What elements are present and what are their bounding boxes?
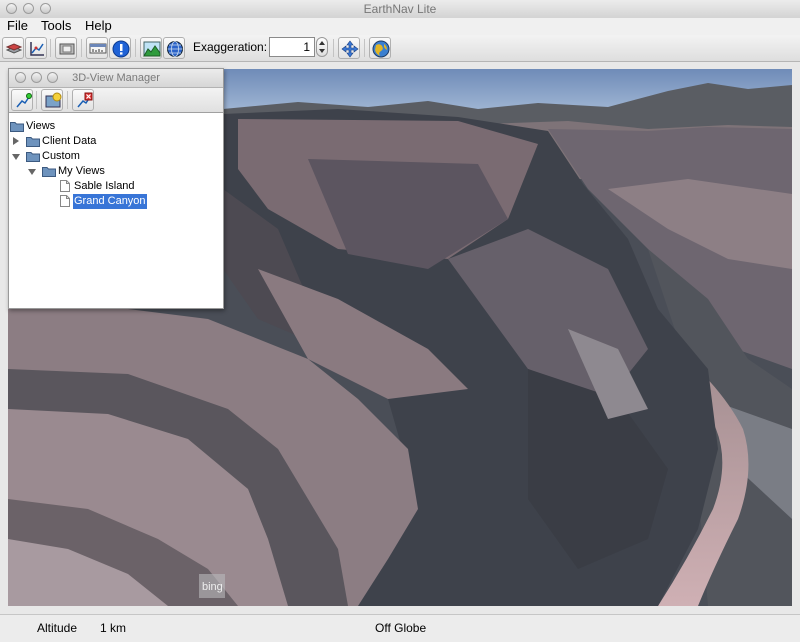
pan-icon bbox=[341, 40, 359, 58]
tree-label-views: Views bbox=[26, 120, 56, 132]
folder-icon bbox=[10, 122, 24, 132]
pan-button[interactable] bbox=[338, 37, 360, 59]
add-view-button[interactable] bbox=[11, 89, 33, 111]
main-toolbar: Exaggeration: 1 bbox=[0, 35, 800, 62]
tree-label-client-data: Client Data bbox=[42, 135, 97, 147]
screenshot-button[interactable] bbox=[55, 37, 77, 59]
ruler-button[interactable] bbox=[86, 37, 108, 59]
earth-button[interactable] bbox=[369, 37, 391, 59]
graph-icon bbox=[30, 42, 44, 56]
menu-help[interactable]: Help bbox=[85, 18, 112, 33]
tree-label-my-views: My Views bbox=[58, 165, 105, 177]
graph-button[interactable] bbox=[25, 37, 47, 59]
altitude-label: Altitude bbox=[37, 621, 78, 635]
ruler-icon bbox=[89, 43, 107, 54]
expand-arrow-icon[interactable] bbox=[13, 137, 19, 145]
toolbar-separator bbox=[50, 39, 51, 57]
stepper-arrows-icon bbox=[319, 41, 325, 53]
tree-node-client-data[interactable]: Client Data bbox=[9, 134, 209, 149]
toolbar-separator bbox=[81, 39, 82, 57]
globe-icon bbox=[167, 41, 183, 57]
info-button[interactable] bbox=[109, 37, 131, 59]
toolbar-separator bbox=[333, 39, 334, 57]
window-titlebar: EarthNav Lite bbox=[0, 0, 800, 19]
view-manager-title: 3D-View Manager bbox=[72, 72, 160, 84]
delete-view-icon bbox=[77, 92, 93, 108]
menu-tools[interactable]: Tools bbox=[41, 18, 71, 33]
exaggeration-input[interactable]: 1 bbox=[269, 37, 315, 57]
new-folder-button[interactable] bbox=[41, 89, 63, 111]
collapse-arrow-icon[interactable] bbox=[12, 154, 20, 160]
exaggeration-label: Exaggeration: bbox=[193, 40, 268, 54]
screenshot-icon bbox=[59, 43, 75, 55]
add-view-icon bbox=[16, 93, 32, 108]
layers-button[interactable] bbox=[2, 37, 24, 59]
bing-watermark: bing bbox=[202, 581, 223, 593]
globe-button[interactable] bbox=[163, 37, 185, 59]
toolbar-separator bbox=[364, 39, 365, 57]
view-manager-titlebar[interactable]: 3D-View Manager bbox=[9, 69, 223, 88]
terrain-icon bbox=[143, 41, 161, 57]
tree-label-grand-canyon: Grand Canyon bbox=[73, 194, 147, 209]
toolbar-separator bbox=[36, 91, 37, 109]
layers-icon bbox=[5, 43, 23, 54]
folder-icon bbox=[42, 167, 56, 177]
delete-view-button[interactable] bbox=[72, 89, 94, 111]
tree-label-sable-island: Sable Island bbox=[74, 180, 135, 192]
exaggeration-stepper[interactable] bbox=[316, 37, 328, 57]
location-status: Off Globe bbox=[375, 621, 427, 635]
tree-label-custom: Custom bbox=[42, 150, 80, 162]
view-manager-toolbar bbox=[9, 88, 223, 113]
folder-icon bbox=[26, 152, 40, 162]
tree-node-sable-island[interactable]: Sable Island bbox=[9, 179, 209, 194]
altitude-value: 1 km bbox=[100, 621, 127, 635]
document-icon bbox=[60, 195, 70, 207]
toolbar-separator bbox=[67, 91, 68, 109]
tree-node-grand-canyon[interactable]: Grand Canyon bbox=[9, 194, 209, 209]
tree-node-views[interactable]: Views bbox=[9, 119, 209, 134]
menu-bar: File Tools Help bbox=[0, 18, 800, 36]
folder-icon bbox=[26, 137, 40, 147]
toolbar-separator bbox=[135, 39, 136, 57]
view-manager-panel: 3D-View Manager Views Client Data Custom… bbox=[8, 68, 224, 309]
document-icon bbox=[60, 180, 70, 192]
window-title: EarthNav Lite bbox=[363, 2, 437, 16]
new-folder-icon bbox=[45, 92, 62, 108]
views-tree: Views Client Data Custom My Views Sable … bbox=[9, 113, 223, 308]
collapse-arrow-icon[interactable] bbox=[28, 169, 36, 175]
terrain-button[interactable] bbox=[140, 37, 162, 59]
tree-node-custom[interactable]: Custom bbox=[9, 149, 209, 164]
tree-node-my-views[interactable]: My Views bbox=[9, 164, 209, 179]
menu-file[interactable]: File bbox=[7, 18, 28, 33]
status-bar: Altitude 1 km Off Globe bbox=[0, 614, 800, 642]
info-icon bbox=[112, 40, 130, 58]
earth-icon bbox=[372, 40, 390, 58]
